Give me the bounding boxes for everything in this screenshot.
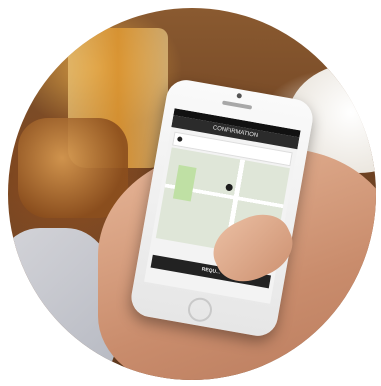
location-marker-icon	[225, 183, 234, 192]
restaurant-photo: CONFIRMATION REQU...	[8, 8, 376, 380]
food-basket	[18, 118, 128, 218]
pickup-pin-icon	[176, 136, 183, 143]
earpiece	[221, 100, 253, 110]
map-park-area	[172, 164, 197, 202]
home-button[interactable]	[186, 295, 214, 324]
photo-stage: CONFIRMATION REQU...	[0, 0, 381, 386]
front-camera-icon	[236, 92, 243, 99]
